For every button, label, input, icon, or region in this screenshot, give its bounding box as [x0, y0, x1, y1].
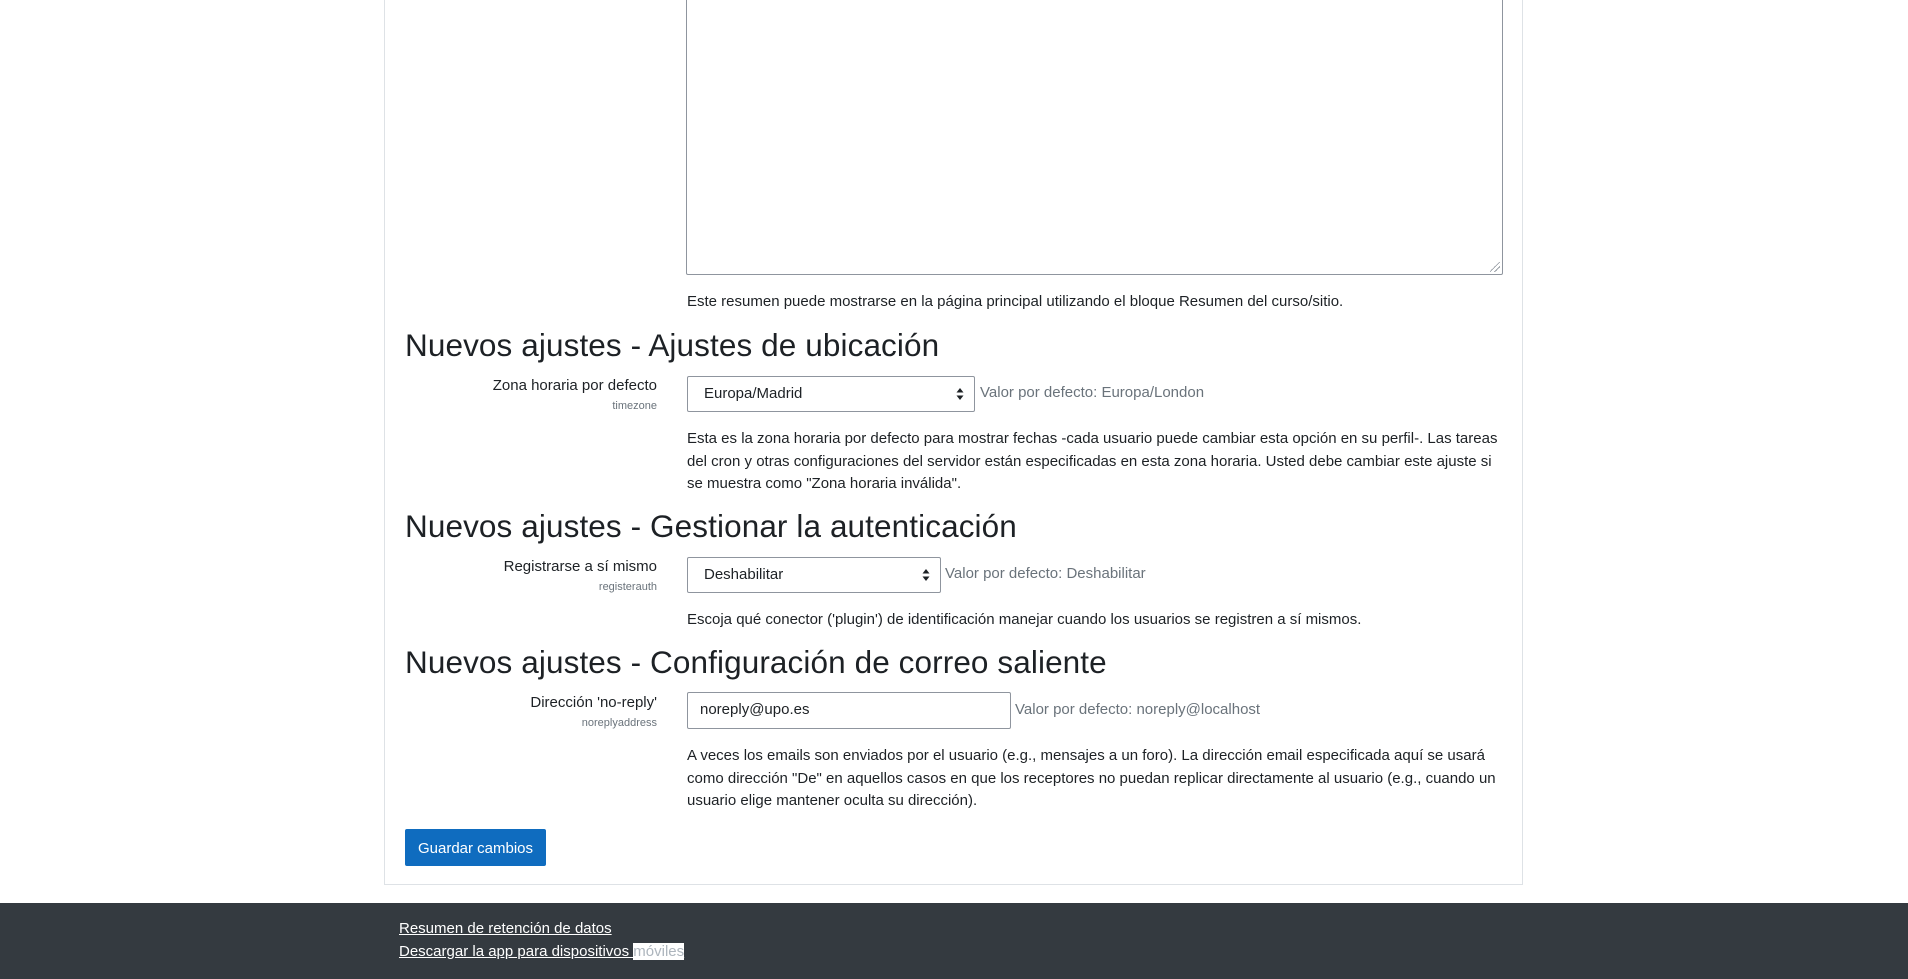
select-arrows-icon [922, 569, 930, 581]
noreply-label: Dirección 'no-reply' [530, 694, 657, 711]
timezone-select[interactable]: Europa/Madrid [687, 376, 975, 412]
site-summary-description: Este resumen puede mostrarse en la págin… [687, 293, 1344, 310]
section-heading-authentication: Nuevos ajustes - Gestionar la autenticac… [405, 508, 1017, 544]
registerauth-setting-name: registerauth [598, 581, 657, 593]
registerauth-description: Escoja qué conector ('plugin') de identi… [687, 611, 1362, 628]
data-retention-summary-link[interactable]: Resumen de retención de datos [399, 920, 612, 937]
timezone-setting-name: timezone [612, 400, 657, 412]
registerauth-select[interactable]: Deshabilitar [687, 557, 941, 593]
noreply-address-value: noreply@upo.es [700, 701, 810, 718]
noreply-address-input[interactable]: noreply@upo.es [687, 692, 1011, 729]
select-arrows-icon [956, 388, 964, 400]
registerauth-default-value: Valor por defecto: Deshabilitar [945, 565, 1146, 582]
noreply-default-value: Valor por defecto: noreply@localhost [1015, 701, 1261, 718]
mobile-app-link[interactable]: Descargar la app para dispositivos móvil… [399, 943, 685, 960]
timezone-description: Esta es la zona horaria por defecto para… [687, 430, 1498, 492]
timezone-label: Zona horaria por defecto [492, 377, 657, 394]
noreply-description: A veces los emails son enviados por el u… [687, 747, 1496, 809]
timezone-select-value: Europa/Madrid [704, 385, 803, 402]
resize-grip-icon[interactable] [1490, 262, 1500, 272]
noreply-setting-name: noreplyaddress [581, 717, 657, 729]
timezone-default-value: Valor por defecto: Europa/London [980, 384, 1205, 401]
mobile-app-link-text: Descargar la app para dispositivos [399, 943, 634, 960]
section-heading-location: Nuevos ajustes - Ajustes de ubicación [405, 327, 940, 363]
page-footer: Resumen de retención de datos Descargar … [0, 903, 1908, 979]
site-summary-textarea[interactable] [686, 0, 1503, 275]
registerauth-label: Registrarse a sí mismo [503, 558, 657, 575]
save-changes-button[interactable]: Guardar cambios [405, 829, 546, 866]
mobile-app-link-highlight: móviles [633, 943, 685, 960]
section-heading-outgoing-mail: Nuevos ajustes - Configuración de correo… [405, 644, 1107, 680]
registerauth-select-value: Deshabilitar [704, 566, 784, 583]
